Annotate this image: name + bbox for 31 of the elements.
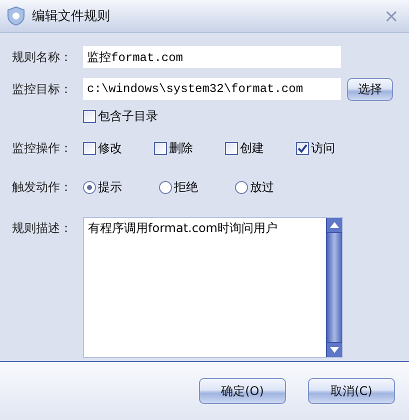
checkbox[interactable]	[154, 142, 167, 154]
ok-button[interactable]: 确定(O)	[199, 378, 286, 404]
description-field[interactable]: 有程序调用format.com时询问用户	[83, 217, 343, 358]
radio-button[interactable]	[159, 180, 172, 194]
field-label: 规则描述：	[12, 220, 73, 237]
select-button[interactable]: 选择	[347, 78, 393, 100]
checkbox-label: 创建	[240, 140, 264, 156]
checkbox[interactable]	[83, 142, 96, 154]
checkbox-label: 修改	[98, 140, 122, 156]
checkbox[interactable]	[225, 142, 238, 154]
field-label: 触发动作：	[12, 178, 73, 196]
shield-icon	[6, 6, 26, 26]
checkbox[interactable]	[296, 142, 309, 154]
radio-label: 提示	[98, 178, 122, 196]
radio-button[interactable]	[235, 180, 248, 194]
checkbox[interactable]	[83, 110, 96, 122]
scrollbar[interactable]	[326, 218, 342, 357]
checkbox-label: 包含子目录	[98, 108, 158, 124]
checkbox-label: 删除	[169, 140, 193, 156]
radio-button[interactable]	[83, 180, 96, 194]
description-text: 有程序调用format.com时询问用户	[87, 220, 278, 237]
input-field[interactable]: c:\windows\system32\format.com	[83, 78, 341, 100]
field-label: 规则名称：	[12, 48, 73, 66]
radio-label: 放过	[250, 178, 274, 196]
cancel-button[interactable]: 取消(C)	[308, 378, 395, 404]
field-label: 监控操作：	[12, 140, 73, 156]
field-label: 监控目标：	[12, 80, 73, 98]
window-title: 编辑文件规则	[32, 8, 110, 25]
checkbox-label: 访问	[311, 140, 335, 156]
radio-label: 拒绝	[174, 178, 198, 196]
input-field[interactable]: 监控format.com	[83, 46, 341, 68]
